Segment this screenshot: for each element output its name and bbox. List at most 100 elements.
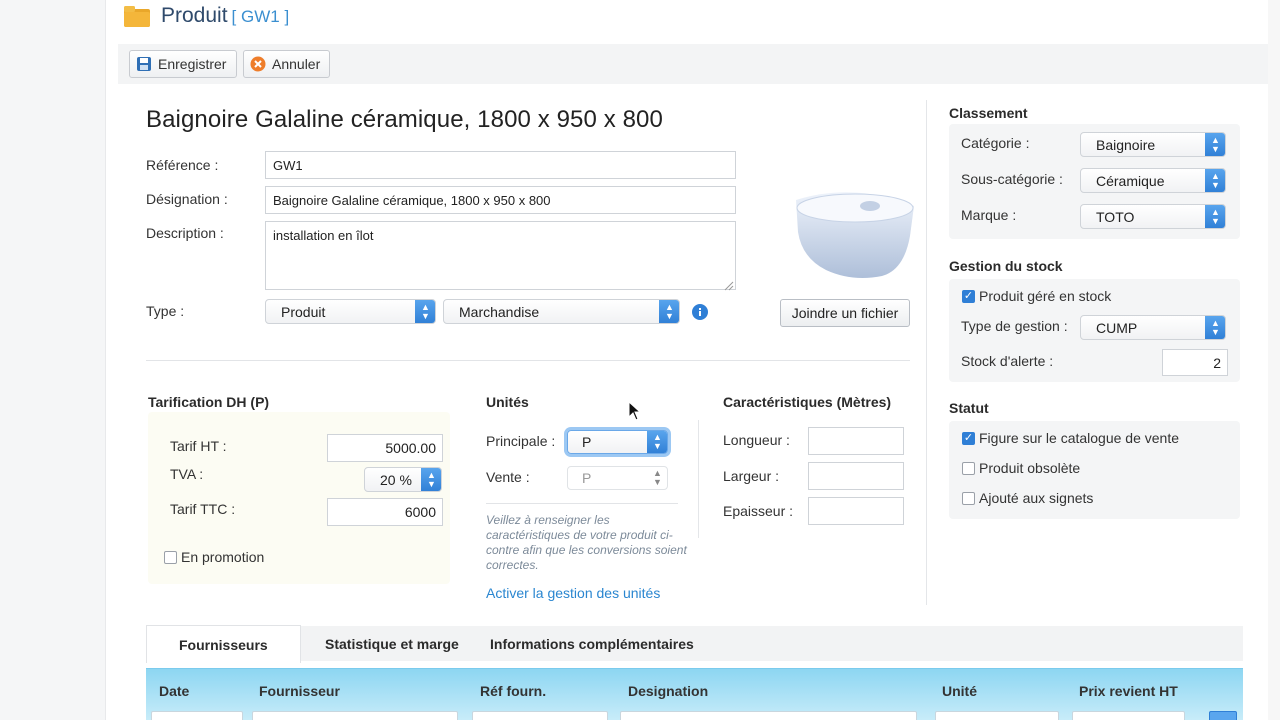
signets-checkbox[interactable] xyxy=(962,491,975,505)
attach-file-button[interactable]: Joindre un fichier xyxy=(780,299,910,327)
column-header-ref[interactable]: Réf fourn. xyxy=(480,683,546,699)
unit-vente-select[interactable]: P ▲ ▼ xyxy=(567,466,668,490)
longueur-label: Longueur : xyxy=(723,432,790,448)
section-divider xyxy=(146,360,910,361)
chevron-updown-icon: ▲ ▼ xyxy=(1205,205,1225,228)
stock-type-value: CUMP xyxy=(1096,319,1138,336)
units-hint-text: Veillez à renseigner les caractéristique… xyxy=(486,513,687,572)
reference-input[interactable]: GW1 xyxy=(265,151,736,179)
unit-principal-label: Principale : xyxy=(486,433,556,449)
folder-icon xyxy=(123,4,151,28)
categorie-select[interactable]: Baignoire ▲ ▼ xyxy=(1080,132,1226,157)
largeur-label: Largeur : xyxy=(723,468,780,484)
stock-alert-label: Stock d'alerte : xyxy=(961,353,1054,369)
tarif-ttc-label: Tarif TTC : xyxy=(170,501,236,517)
stock-alert-input[interactable]: 2 xyxy=(1162,349,1228,376)
save-button-label: Enregistrer xyxy=(158,56,227,72)
description-textarea[interactable]: installation en îlot xyxy=(265,221,736,290)
info-icon[interactable] xyxy=(692,304,708,320)
floppy-disk-icon xyxy=(136,56,152,72)
type-label: Type : xyxy=(146,303,185,319)
tabs-bar: Fournisseurs Statistique et marge Inform… xyxy=(146,625,1243,663)
type-select-value: Produit xyxy=(281,303,326,320)
units-title: Unités xyxy=(486,394,529,410)
chevron-updown-icon: ▲ ▼ xyxy=(1205,133,1225,156)
designation-input[interactable]: Baignoire Galaline céramique, 1800 x 950… xyxy=(265,186,736,214)
column-header-unite[interactable]: Unité xyxy=(942,683,977,699)
stock-managed-row[interactable]: ✓ Produit géré en stock xyxy=(962,288,1111,304)
tarif-ht-input[interactable]: 5000.00 xyxy=(327,434,443,462)
obsolete-checkbox[interactable] xyxy=(962,461,975,475)
stock-managed-label: Produit géré en stock xyxy=(979,288,1112,304)
column-divider xyxy=(698,420,699,538)
promo-checkbox[interactable] xyxy=(164,550,177,564)
column-header-date[interactable]: Date xyxy=(159,683,189,699)
unit-vente-value: P xyxy=(582,470,592,486)
obsolete-row[interactable]: Produit obsolète xyxy=(962,460,1080,476)
row-designation-input[interactable] xyxy=(620,711,917,720)
chevron-updown-icon: ▲ ▼ xyxy=(1205,316,1225,339)
column-header-prix[interactable]: Prix revient HT xyxy=(1079,683,1178,699)
tva-label: TVA : xyxy=(170,466,204,482)
row-ref-input[interactable] xyxy=(472,711,608,720)
categorie-value: Baignoire xyxy=(1096,136,1156,153)
cancel-button-label: Annuler xyxy=(272,56,321,72)
signets-row[interactable]: Ajouté aux signets xyxy=(962,490,1093,506)
mouse-cursor-icon xyxy=(628,400,642,421)
pricing-title: Tarification DH (P) xyxy=(148,394,270,410)
row-prix-input[interactable] xyxy=(1072,711,1185,720)
stock-title: Gestion du stock xyxy=(949,258,1063,274)
unit-vente-label: Vente : xyxy=(486,469,530,485)
type-select[interactable]: Produit ▲ ▼ xyxy=(265,299,436,324)
designation-label: Désignation : xyxy=(146,191,228,207)
units-divider xyxy=(486,503,678,504)
catalogue-checkbox[interactable]: ✓ xyxy=(962,431,975,445)
stock-type-label: Type de gestion : xyxy=(961,318,1068,334)
reference-label: Référence : xyxy=(146,157,219,173)
stock-managed-checkbox[interactable]: ✓ xyxy=(962,289,975,303)
unit-principal-value: P xyxy=(582,434,592,450)
largeur-input[interactable] xyxy=(808,462,904,490)
resize-handle-icon[interactable] xyxy=(724,278,734,291)
obsolete-label: Produit obsolète xyxy=(979,460,1081,476)
cancel-button[interactable]: Annuler xyxy=(243,50,330,78)
categorie-label: Catégorie : xyxy=(961,135,1030,151)
stock-type-select[interactable]: CUMP ▲ ▼ xyxy=(1080,315,1226,340)
catalogue-label: Figure sur le catalogue de vente xyxy=(979,430,1180,446)
row-date-input[interactable] xyxy=(151,711,243,720)
chevron-updown-icon: ▲ ▼ xyxy=(647,431,667,453)
epaisseur-input[interactable] xyxy=(808,497,904,525)
subtype-select-value: Marchandise xyxy=(459,303,540,320)
save-button[interactable]: Enregistrer xyxy=(129,50,237,78)
column-header-designation[interactable]: Designation xyxy=(628,683,708,699)
chevron-updown-icon: ▲ ▼ xyxy=(421,468,441,491)
subtype-select[interactable]: Marchandise ▲ ▼ xyxy=(443,299,680,324)
right-column-divider xyxy=(926,100,927,605)
scrollbar-track[interactable] xyxy=(1268,0,1280,720)
promo-label: En promotion xyxy=(181,549,265,565)
promo-checkbox-row[interactable]: En promotion xyxy=(164,549,264,565)
suppliers-table-header: Date Fournisseur Réf fourn. Designation … xyxy=(146,668,1243,720)
unit-principal-select[interactable]: P ▲ ▼ xyxy=(567,430,668,454)
row-unite-select[interactable] xyxy=(935,711,1059,720)
statut-title: Statut xyxy=(949,400,989,416)
tab-informations[interactable]: Informations complémentaires xyxy=(490,626,694,661)
tva-select[interactable]: 20 % ▲ ▼ xyxy=(364,467,442,492)
product-heading: Baignoire Galaline céramique, 1800 x 950… xyxy=(146,106,663,133)
row-action-button[interactable] xyxy=(1209,711,1237,720)
tab-statistique[interactable]: Statistique et marge xyxy=(325,626,459,661)
souscat-select[interactable]: Céramique ▲ ▼ xyxy=(1080,168,1226,193)
tab-fournisseurs[interactable]: Fournisseurs xyxy=(146,625,301,663)
row-fournisseur-input[interactable] xyxy=(252,711,458,720)
toolbar: Enregistrer Annuler xyxy=(118,44,1268,84)
characteristics-title: Caractéristiques (Mètres) xyxy=(723,394,892,410)
column-header-fournisseur[interactable]: Fournisseur xyxy=(259,683,340,699)
marque-select[interactable]: TOTO ▲ ▼ xyxy=(1080,204,1226,229)
activate-units-link[interactable]: Activer la gestion des unités xyxy=(486,585,660,601)
chevron-updown-icon: ▲ ▼ xyxy=(415,300,435,323)
catalogue-row[interactable]: ✓ Figure sur le catalogue de vente xyxy=(962,430,1179,446)
tarif-ttc-input[interactable]: 6000 xyxy=(327,498,443,526)
longueur-input[interactable] xyxy=(808,427,904,455)
cancel-icon xyxy=(250,56,266,72)
chevron-updown-icon: ▲ ▼ xyxy=(653,468,662,487)
